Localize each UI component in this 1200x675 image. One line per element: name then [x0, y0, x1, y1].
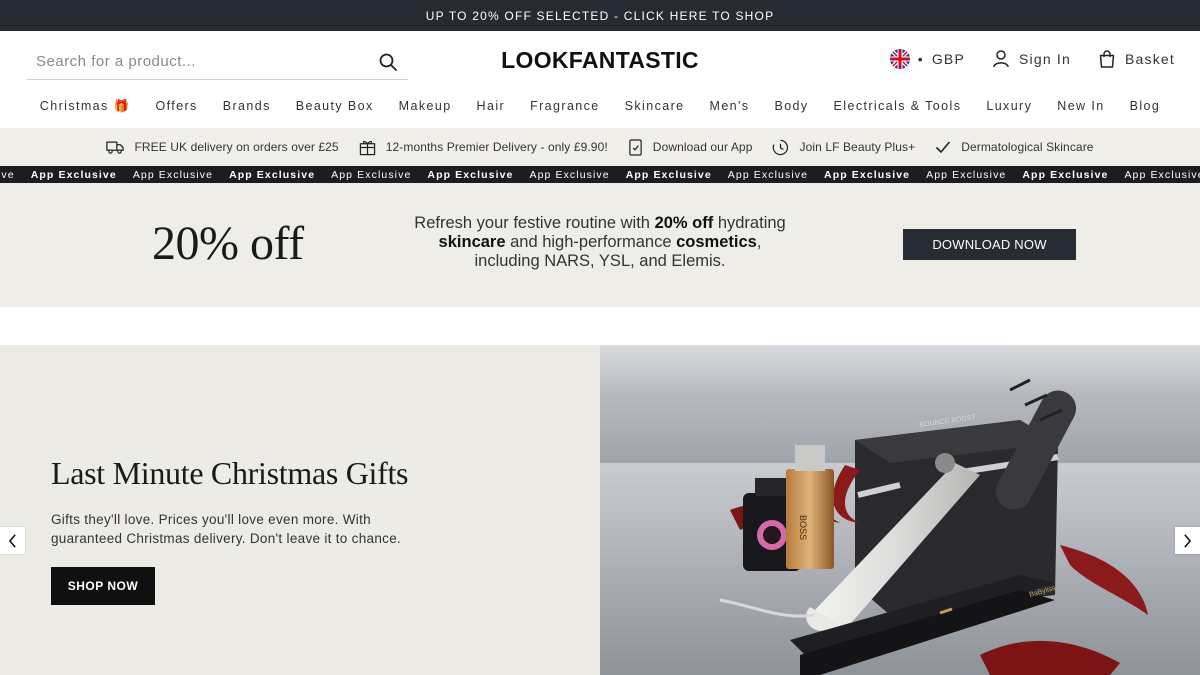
usp-label: 12-months Premier Delivery - only £9.90! [385, 140, 608, 154]
nav-item-beauty-box[interactable]: Beauty Box [283, 99, 386, 121]
nav-item-luxury[interactable]: Luxury [974, 99, 1045, 121]
usp-premier-delivery[interactable]: 12-months Premier Delivery - only £9.90! [359, 139, 608, 156]
top-promo-text: UP TO 20% OFF SELECTED - CLICK HERE TO S… [425, 8, 775, 23]
nav-item-mens[interactable]: Men's [697, 99, 762, 121]
phone-app-icon [629, 138, 642, 156]
nav-item-skincare[interactable]: Skincare [612, 99, 697, 121]
usp-dermatological[interactable]: Dermatological Skincare [935, 140, 1093, 154]
ticker-item: App Exclusive [727, 168, 809, 181]
usp-label: Join LF Beauty Plus+ [799, 140, 916, 154]
basket-link[interactable]: Basket [1097, 49, 1175, 69]
search-icon[interactable] [378, 52, 398, 72]
nav-item-hair[interactable]: Hair [464, 99, 518, 121]
top-promo-banner[interactable]: UP TO 20% OFF SELECTED - CLICK HERE TO S… [0, 0, 1200, 31]
promo-copy-bold: cosmetics [676, 233, 757, 251]
shop-now-button[interactable]: SHOP NOW [51, 567, 155, 605]
ticker-item: App Exclusive [331, 168, 412, 181]
ticker-item-bold: App Exclusive [625, 168, 712, 181]
hero-title: Last Minute Christmas Gifts [51, 455, 409, 491]
nav-item-blog[interactable]: Blog [1117, 99, 1173, 121]
nav-item-christmas[interactable]: Christmas 🎁 [27, 99, 143, 121]
app-promo-banner[interactable]: 20% off Refresh your festive routine wit… [0, 183, 1200, 307]
gift-products-illustration: BOUNCE BOOST BOSS BaByliss [600, 345, 1200, 675]
gift-box-icon [359, 140, 375, 155]
nav-item-body[interactable]: Body [762, 99, 821, 121]
download-now-button[interactable]: DOWNLOAD NOW [903, 229, 1076, 260]
usp-free-delivery[interactable]: FREE UK delivery on orders over £25 [106, 140, 339, 155]
usp-strip: FREE UK delivery on orders over £25 12-m… [0, 128, 1200, 166]
usp-label: Dermatological Skincare [961, 140, 1094, 154]
promo-copy-text: including NARS, YSL, and Elemis. [474, 252, 726, 270]
search-input[interactable] [27, 52, 357, 70]
hero-image[interactable]: BOUNCE BOOST BOSS BaByliss [600, 345, 1200, 675]
user-icon [993, 50, 1009, 68]
promo-copy-bold: 20% off [654, 214, 714, 232]
ticker-item-bold: App Exclusive [229, 168, 316, 181]
site-logo[interactable]: LOOKFANTASTIC [460, 47, 740, 74]
promo-copy-text: , [756, 233, 762, 251]
search-bar [27, 43, 408, 80]
promo-copy-text: Refresh your festive routine with [414, 214, 655, 232]
basket-label: Basket [1125, 51, 1175, 67]
ticker-item-bold: App Exclusive [1022, 168, 1109, 181]
nav-item-new-in[interactable]: New In [1045, 99, 1117, 121]
ticker-item-bold: App Exclusive [30, 168, 117, 181]
nav-item-fragrance[interactable]: Fragrance [518, 99, 613, 121]
svg-text:BOSS: BOSS [798, 515, 808, 540]
ticker-item-bold: App Exclusive [824, 168, 911, 181]
sign-in-link[interactable]: Sign In [991, 49, 1071, 69]
carousel-next-arrow[interactable] [1175, 527, 1200, 554]
main-navigation: Christmas 🎁 Offers Brands Beauty Box Mak… [0, 99, 1200, 121]
hero-carousel: Last Minute Christmas Gifts Gifts they'l… [0, 345, 1200, 675]
nav-item-makeup[interactable]: Makeup [386, 99, 464, 121]
hero-subtitle: Gifts they'll love. Prices you'll love e… [51, 512, 402, 546]
chevron-right-icon [1184, 533, 1192, 548]
ticker-item-bold: App Exclusive [427, 168, 514, 181]
carousel-prev-arrow[interactable] [0, 527, 25, 554]
header: LOOKFANTASTIC • GBP Si [0, 31, 1200, 93]
basket-bag-icon [1099, 50, 1115, 68]
usp-download-app[interactable]: Download our App [628, 138, 753, 156]
sign-in-label: Sign In [1019, 51, 1071, 67]
ticker-item: App Exclusive [926, 168, 1007, 181]
checkmark-icon [936, 141, 951, 154]
promo-copy-bold: skincare [438, 233, 506, 251]
promo-copy-text: hydrating [713, 214, 786, 232]
header-actions: • GBP Sign In Basket [889, 49, 1175, 69]
promo-headline: 20% off [152, 217, 304, 270]
usp-beauty-plus[interactable]: Join LF Beauty Plus+ [772, 139, 915, 156]
ticker-item: App Exclusive [132, 168, 214, 181]
uk-flag-icon [889, 49, 910, 69]
promo-copy-text: and high-performance [505, 233, 677, 251]
promo-copy: Refresh your festive routine with 20% of… [380, 214, 820, 271]
currency-separator: • [917, 51, 924, 67]
nav-item-brands[interactable]: Brands [210, 99, 283, 121]
ticker-item: App Exclusive [529, 168, 610, 181]
usp-label: FREE UK delivery on orders over £25 [134, 140, 339, 154]
currency-selector[interactable]: • GBP [889, 49, 965, 69]
currency-label: GBP [931, 51, 965, 67]
chevron-left-icon [8, 533, 16, 548]
app-exclusive-ticker: ive App Exclusive App Exclusive App Excl… [0, 166, 1200, 183]
delivery-truck-icon [106, 140, 125, 154]
nav-item-electricals-tools[interactable]: Electricals & Tools [821, 99, 974, 121]
ticker-item: App Exclusive [1124, 168, 1200, 181]
loyalty-clock-icon [773, 139, 789, 155]
hero-text-panel: Last Minute Christmas Gifts Gifts they'l… [0, 345, 600, 675]
nav-item-offers[interactable]: Offers [143, 99, 210, 121]
ticker-fragment: ive [0, 168, 15, 181]
usp-label: Download our App [652, 140, 753, 154]
